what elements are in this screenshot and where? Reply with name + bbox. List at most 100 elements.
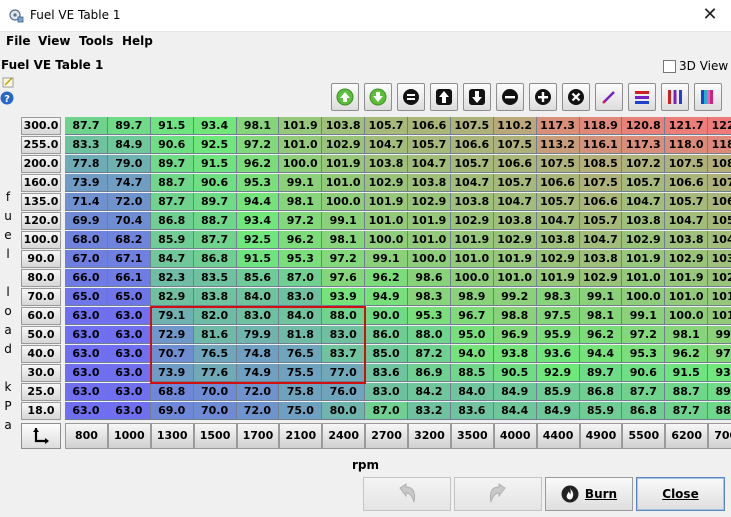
view-3d-checkbox[interactable] xyxy=(663,60,676,73)
table-cell[interactable]: 70.4 xyxy=(107,212,151,230)
table-cell[interactable]: 86.8 xyxy=(622,402,666,420)
table-cell[interactable]: 118.9 xyxy=(708,136,731,154)
table-cell[interactable]: 84.0 xyxy=(279,307,323,325)
table-cell[interactable]: 101.9 xyxy=(408,212,451,230)
table-cell[interactable]: 101.0 xyxy=(665,288,709,306)
table-cell[interactable]: 84.7 xyxy=(150,250,194,268)
table-cell[interactable]: 80.0 xyxy=(322,402,366,420)
table-cell[interactable]: 68.0 xyxy=(65,231,108,249)
table-cell[interactable]: 100.0 xyxy=(622,288,666,306)
table-cell[interactable]: 107.5 xyxy=(450,117,494,135)
table-cell[interactable]: 63.0 xyxy=(107,326,151,344)
table-cell[interactable]: 72.0 xyxy=(236,383,280,401)
table-cell[interactable]: 95.9 xyxy=(536,326,580,344)
row-header[interactable]: 80.0 xyxy=(21,269,61,287)
table-cell[interactable]: 107.5 xyxy=(708,174,731,192)
table-cell[interactable]: 110.2 xyxy=(493,117,537,135)
table-cell[interactable]: 104.7 xyxy=(708,231,731,249)
table-cell[interactable]: 90.6 xyxy=(622,364,666,382)
table-cell[interactable]: 101.0 xyxy=(322,174,366,192)
table-cell[interactable]: 103.8 xyxy=(408,174,451,192)
table-cell[interactable]: 117.3 xyxy=(536,117,580,135)
table-cell[interactable]: 86.0 xyxy=(365,326,408,344)
table-cell[interactable]: 100.0 xyxy=(665,307,709,325)
table-cell[interactable]: 102.9 xyxy=(536,250,580,268)
table-cell[interactable]: 79.1 xyxy=(150,307,194,325)
table-cell[interactable]: 74.7 xyxy=(107,174,151,192)
table-cell[interactable]: 103.8 xyxy=(450,193,494,211)
table-cell[interactable]: 100.0 xyxy=(408,250,451,268)
table-cell[interactable]: 66.0 xyxy=(65,269,108,287)
table-cell[interactable]: 95.0 xyxy=(450,326,494,344)
table-cell[interactable]: 63.0 xyxy=(65,364,108,382)
column-header[interactable]: 2400 xyxy=(322,423,366,449)
toolbar-button-subtract[interactable] xyxy=(496,83,524,111)
table-cell[interactable]: 104.7 xyxy=(408,155,451,173)
table-cell[interactable]: 83.2 xyxy=(408,402,451,420)
table-cell[interactable]: 63.0 xyxy=(107,364,151,382)
table-cell[interactable]: 103.8 xyxy=(579,250,623,268)
table-cell[interactable]: 98.3 xyxy=(536,288,580,306)
table-cell[interactable]: 101.9 xyxy=(622,250,666,268)
table-cell[interactable]: 84.0 xyxy=(236,288,280,306)
table-cell[interactable]: 90.5 xyxy=(493,364,537,382)
table-cell[interactable]: 94.4 xyxy=(236,193,280,211)
table-cell[interactable]: 68.2 xyxy=(107,231,151,249)
column-header[interactable]: 5500 xyxy=(622,423,666,449)
table-cell[interactable]: 98.6 xyxy=(408,269,451,287)
table-cell[interactable]: 101.0 xyxy=(365,212,408,230)
table-cell[interactable]: 71.4 xyxy=(65,193,108,211)
table-cell[interactable]: 101.9 xyxy=(665,269,709,287)
toolbar-button-interpolate-horizontal[interactable] xyxy=(628,83,656,111)
table-cell[interactable]: 97.2 xyxy=(322,250,366,268)
table-cell[interactable]: 106.6 xyxy=(450,136,494,154)
table-cell[interactable]: 93.6 xyxy=(536,345,580,363)
table-cell[interactable]: 102.9 xyxy=(622,231,666,249)
table-cell[interactable]: 107.5 xyxy=(665,155,709,173)
table-cell[interactable]: 74.9 xyxy=(236,364,280,382)
table-cell[interactable]: 98.1 xyxy=(579,307,623,325)
table-cell[interactable]: 81.8 xyxy=(279,326,323,344)
table-cell[interactable]: 67.1 xyxy=(107,250,151,268)
column-header[interactable]: 4400 xyxy=(536,423,580,449)
table-cell[interactable]: 96.2 xyxy=(236,155,280,173)
table-cell[interactable]: 76.0 xyxy=(322,383,366,401)
table-cell[interactable]: 96.2 xyxy=(665,345,709,363)
table-cell[interactable]: 91.5 xyxy=(236,250,280,268)
table-cell[interactable]: 93.9 xyxy=(322,288,366,306)
table-cell[interactable]: 82.9 xyxy=(150,288,194,306)
table-cell[interactable]: 103.8 xyxy=(322,117,366,135)
table-cell[interactable]: 87.2 xyxy=(408,345,451,363)
table-cell[interactable]: 65.0 xyxy=(107,288,151,306)
table-cell[interactable]: 75.5 xyxy=(279,364,323,382)
table-cell[interactable]: 67.0 xyxy=(65,250,108,268)
table-cell[interactable]: 70.0 xyxy=(193,402,237,420)
table-cell[interactable]: 83.6 xyxy=(450,402,494,420)
table-cell[interactable]: 63.0 xyxy=(107,402,151,420)
table-cell[interactable]: 88.0 xyxy=(408,326,451,344)
table-cell[interactable]: 95.3 xyxy=(279,250,323,268)
table-cell[interactable]: 88.7 xyxy=(665,383,709,401)
table-cell[interactable]: 84.4 xyxy=(493,402,537,420)
table-cell[interactable]: 102.9 xyxy=(493,231,537,249)
table-cell[interactable]: 83.6 xyxy=(365,364,408,382)
table-cell[interactable]: 102.9 xyxy=(365,174,408,192)
table-cell[interactable]: 103.8 xyxy=(536,231,580,249)
table-cell[interactable]: 101.0 xyxy=(622,269,666,287)
table-cell[interactable]: 87.0 xyxy=(365,402,408,420)
row-header[interactable]: 25.0 xyxy=(21,383,61,401)
table-cell[interactable]: 105.7 xyxy=(365,117,408,135)
table-cell[interactable]: 87.7 xyxy=(622,383,666,401)
table-cell[interactable]: 99.1 xyxy=(622,307,666,325)
toolbar-button-color-scale[interactable] xyxy=(694,83,722,111)
toolbar-button-interpolate-vertical[interactable] xyxy=(661,83,689,111)
table-cell[interactable]: 108.5 xyxy=(579,155,623,173)
table-cell[interactable]: 98.9 xyxy=(450,288,494,306)
table-cell[interactable]: 74.8 xyxy=(236,345,280,363)
toolbar-button-increment[interactable] xyxy=(430,83,458,111)
table-cell[interactable]: 86.8 xyxy=(193,250,237,268)
toolbar-button-multiply[interactable] xyxy=(562,83,590,111)
table-cell[interactable]: 96.9 xyxy=(493,326,537,344)
table-cell[interactable]: 92.5 xyxy=(193,136,237,154)
table-cell[interactable]: 83.7 xyxy=(322,345,366,363)
